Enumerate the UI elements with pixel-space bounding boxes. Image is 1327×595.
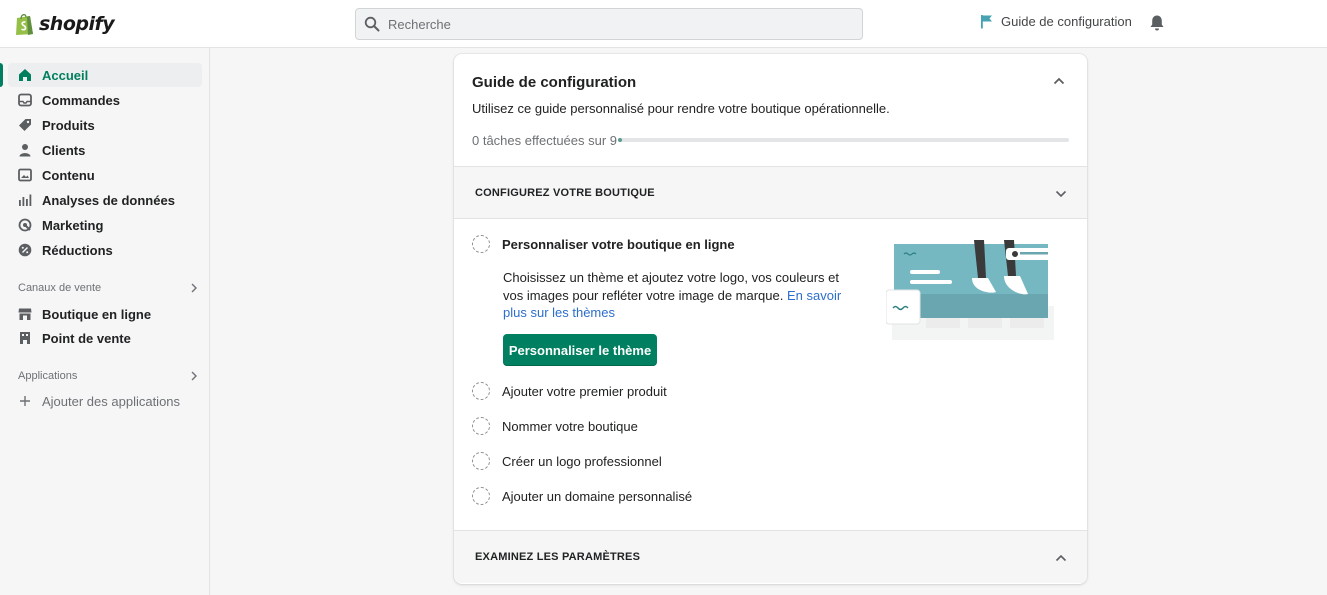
top-bar: shopify Guide de configuration	[0, 0, 1327, 48]
task-label: Ajouter un domaine personnalisé	[502, 488, 693, 504]
sidebar-item-clients[interactable]: Clients	[8, 138, 202, 162]
sidebar-item-label: Point de vente	[42, 330, 131, 346]
chevron-down-icon	[1055, 190, 1067, 198]
search-bar[interactable]	[355, 8, 863, 40]
task-status-circle-icon[interactable]	[472, 382, 490, 400]
section-review-settings[interactable]: EXAMINEZ LES PARAMÈTRES	[454, 530, 1087, 583]
active-indicator	[0, 63, 3, 87]
task-label: Personnaliser votre boutique en ligne	[502, 236, 735, 252]
sidebar-item-label: Contenu	[42, 167, 95, 183]
chevron-up-icon	[1055, 554, 1067, 562]
task-add-domain[interactable]: Ajouter un domaine personnalisé	[472, 487, 692, 505]
task-customize-store[interactable]: Personnaliser votre boutique en ligne	[472, 235, 735, 253]
customize-theme-button[interactable]: Personnaliser le thème	[503, 334, 657, 366]
store-illustration	[886, 240, 1054, 340]
sidebar-item-label: Produits	[42, 117, 95, 133]
shopify-bag-icon	[16, 14, 33, 35]
guide-subtitle: Utilisez ce guide personnalisé pour rend…	[472, 101, 890, 116]
progress-fill	[618, 138, 622, 142]
section-configure-store[interactable]: CONFIGUREZ VOTRE BOUTIQUE	[454, 166, 1087, 219]
add-apps-button[interactable]: Ajouter des applications	[8, 389, 202, 413]
section-title: CONFIGUREZ VOTRE BOUTIQUE	[475, 186, 655, 199]
sidebar-item-analyses[interactable]: Analyses de données	[8, 188, 202, 212]
chevron-right-icon	[191, 283, 197, 293]
target-icon	[18, 218, 32, 232]
task-name-store[interactable]: Nommer votre boutique	[472, 417, 638, 435]
applications-header[interactable]: Applications	[18, 370, 198, 382]
sidebar-item-marketing[interactable]: Marketing	[8, 213, 202, 237]
sales-channels-label: Canaux de vente	[18, 282, 102, 294]
sales-channels-header[interactable]: Canaux de vente	[18, 282, 198, 294]
chevron-up-icon	[1053, 77, 1065, 85]
sidebar-item-accueil[interactable]: Accueil	[8, 63, 202, 87]
sidebar-item-label: Accueil	[42, 67, 89, 83]
plus-icon	[18, 394, 32, 408]
guide-title: Guide de configuration	[472, 74, 637, 91]
sidebar-item-label: Marketing	[42, 217, 104, 233]
store-icon	[18, 307, 32, 321]
sidebar-item-commandes[interactable]: Commandes	[8, 88, 202, 112]
collapse-guide-button[interactable]	[1052, 74, 1066, 91]
pos-icon	[18, 331, 32, 345]
sidebar-item-label: Analyses de données	[42, 192, 175, 208]
person-icon	[18, 143, 32, 157]
bell-icon	[1150, 15, 1164, 31]
sidebar-item-reductions[interactable]: Réductions	[8, 238, 202, 262]
discount-icon	[18, 243, 32, 257]
brand-name: shopify	[39, 13, 115, 35]
add-apps-label: Ajouter des applications	[42, 393, 181, 409]
sidebar-item-contenu[interactable]: Contenu	[8, 163, 202, 187]
setup-guide-card: Guide de configuration Utilisez ce guide…	[454, 54, 1087, 584]
sidebar-item-produits[interactable]: Produits	[8, 113, 202, 137]
section-title: EXAMINEZ LES PARAMÈTRES	[475, 551, 641, 563]
task-status-circle-icon[interactable]	[472, 487, 490, 505]
task-status-circle-icon[interactable]	[472, 417, 490, 435]
flag-icon	[981, 15, 992, 29]
sidebar-item-boutique-en-ligne[interactable]: Boutique en ligne	[8, 302, 202, 326]
sidebar-item-point-de-vente[interactable]: Point de vente	[8, 326, 202, 350]
tag-icon	[18, 118, 32, 132]
task-status-circle-icon[interactable]	[472, 235, 490, 253]
task-description: Choisissez un thème et ajoutez votre log…	[503, 269, 853, 322]
task-create-logo[interactable]: Créer un logo professionnel	[472, 452, 662, 470]
sidebar-item-label: Clients	[42, 142, 86, 158]
task-label: Créer un logo professionnel	[502, 453, 662, 469]
inbox-icon	[18, 93, 32, 107]
task-label: Nommer votre boutique	[502, 418, 638, 434]
shopify-logo[interactable]: shopify	[14, 12, 115, 36]
sidebar-item-label: Réductions	[42, 242, 113, 258]
home-icon	[18, 68, 32, 82]
search-input[interactable]	[388, 16, 828, 32]
sidebar: Accueil Commandes Produits Clients Conte…	[0, 48, 210, 595]
image-icon	[18, 168, 32, 182]
chevron-right-icon	[191, 371, 197, 381]
task-add-product[interactable]: Ajouter votre premier produit	[472, 382, 667, 400]
task-status-circle-icon[interactable]	[472, 452, 490, 470]
sidebar-item-label: Commandes	[42, 92, 121, 108]
progress-bar	[618, 138, 1069, 142]
applications-label: Applications	[18, 370, 78, 382]
sidebar-item-label: Boutique en ligne	[42, 306, 152, 322]
setup-guide-link[interactable]: Guide de configuration	[980, 14, 1132, 29]
bar-chart-icon	[18, 193, 32, 207]
setup-guide-label: Guide de configuration	[1001, 14, 1132, 29]
task-label: Ajouter votre premier produit	[502, 383, 667, 399]
search-icon	[364, 16, 380, 32]
notifications-button[interactable]	[1148, 14, 1166, 35]
progress-text: 0 tâches effectuées sur 9	[472, 133, 618, 148]
